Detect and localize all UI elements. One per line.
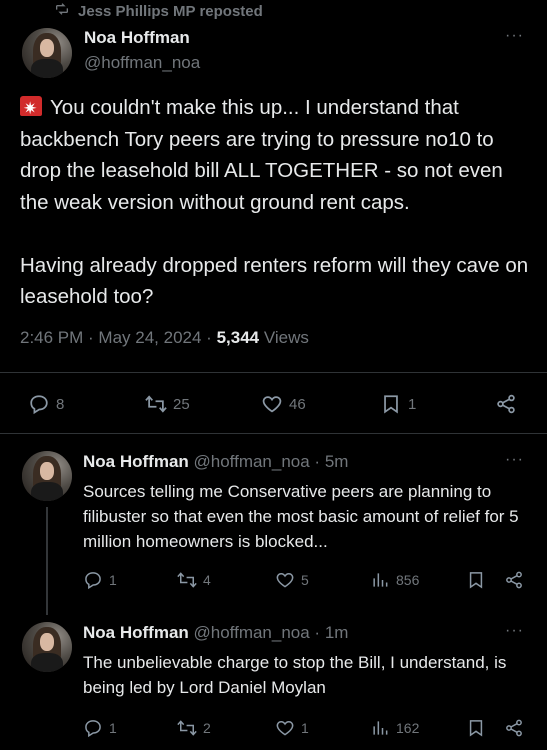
share-icon [506, 571, 522, 589]
repost-button[interactable]: 4 [177, 570, 211, 590]
reply-author[interactable]: Noa Hoffman @hoffman_noa · 1m [83, 623, 348, 643]
repost-banner[interactable]: Jess Phillips MP reposted [54, 0, 263, 22]
share-icon [497, 394, 515, 414]
bookmark-button[interactable] [466, 570, 486, 590]
avatar[interactable] [22, 28, 72, 78]
bookmark-icon [469, 572, 483, 589]
reply-text: The unbelievable charge to stop the Bill… [83, 653, 507, 697]
repost-action-icon [177, 720, 197, 736]
heart-icon [262, 396, 282, 413]
share-button[interactable] [495, 393, 517, 415]
reply-author[interactable]: Noa Hoffman @hoffman_noa · 5m [83, 452, 348, 472]
repost-label: Jess Phillips MP reposted [78, 2, 263, 20]
repost-count: 4 [203, 572, 211, 588]
avatar[interactable] [22, 622, 72, 672]
heart-icon [276, 720, 294, 736]
post-text-paragraph-2: Having already dropped renters reform wi… [20, 253, 534, 309]
avatar[interactable] [22, 451, 72, 501]
bookmark-button[interactable]: 1 [380, 393, 416, 415]
reply-count: 1 [109, 720, 117, 736]
repost-count: 25 [173, 395, 190, 413]
share-icon [506, 719, 522, 737]
like-count: 46 [289, 395, 306, 413]
reply-count: 8 [56, 395, 65, 413]
reply-button[interactable]: 8 [28, 393, 64, 415]
repost-button[interactable]: 2 [177, 718, 211, 738]
post-text: You couldn't make this up... I understan… [20, 92, 535, 313]
repost-count: 2 [203, 720, 211, 736]
divider [0, 372, 547, 373]
bookmark-button[interactable] [466, 718, 486, 738]
post-text-paragraph-1: You couldn't make this up... I understan… [20, 96, 509, 214]
timestamp[interactable]: 2:46 PM · May 24, 2024 · [20, 328, 212, 347]
reply-button[interactable]: 1 [83, 570, 117, 590]
like-button[interactable]: 1 [275, 718, 309, 738]
siren-icon [20, 93, 42, 125]
views-button[interactable]: 162 [370, 718, 419, 738]
divider [0, 433, 547, 434]
repost-button[interactable]: 25 [145, 393, 190, 415]
like-count: 5 [301, 572, 309, 588]
analytics-icon [373, 573, 388, 587]
views-button[interactable]: 856 [370, 570, 419, 590]
reply-icon [85, 572, 101, 590]
more-options-icon[interactable]: ··· [505, 622, 524, 640]
reply-author-handle[interactable]: @hoffman_noa · 5m [194, 452, 349, 471]
heart-icon [276, 572, 294, 588]
views-count: 162 [396, 720, 420, 736]
reply-icon [30, 395, 48, 415]
like-button[interactable]: 46 [261, 393, 306, 415]
bookmark-icon [384, 395, 398, 414]
thread-line [46, 507, 48, 615]
reply-author-name[interactable]: Noa Hoffman [83, 623, 189, 642]
post-meta: 2:46 PM · May 24, 2024 · 5,344 Views [20, 328, 309, 348]
views-count: 5,344 [216, 328, 260, 347]
reply-text: Sources telling me Conservative peers ar… [83, 482, 519, 551]
reply-icon [85, 720, 101, 738]
author-name[interactable]: Noa Hoffman [84, 28, 190, 48]
reply-button[interactable]: 1 [83, 718, 117, 738]
reply-count: 1 [109, 572, 117, 588]
repost-action-icon [177, 572, 197, 588]
like-button[interactable]: 5 [275, 570, 309, 590]
reply-author-name[interactable]: Noa Hoffman [83, 452, 189, 471]
repost-action-icon [145, 395, 167, 413]
more-options-icon[interactable]: ··· [505, 451, 524, 469]
author-handle[interactable]: @hoffman_noa [84, 53, 200, 73]
analytics-icon [373, 721, 388, 735]
reply-author-handle[interactable]: @hoffman_noa · 1m [194, 623, 349, 642]
like-count: 1 [301, 720, 309, 736]
more-options-icon[interactable]: ··· [505, 27, 524, 45]
bookmark-count: 1 [408, 395, 417, 413]
share-button[interactable] [504, 718, 524, 738]
views-count: 856 [396, 572, 420, 588]
views-label: Views [263, 328, 309, 347]
bookmark-icon [469, 720, 483, 737]
repost-icon [54, 1, 70, 21]
share-button[interactable] [504, 570, 524, 590]
